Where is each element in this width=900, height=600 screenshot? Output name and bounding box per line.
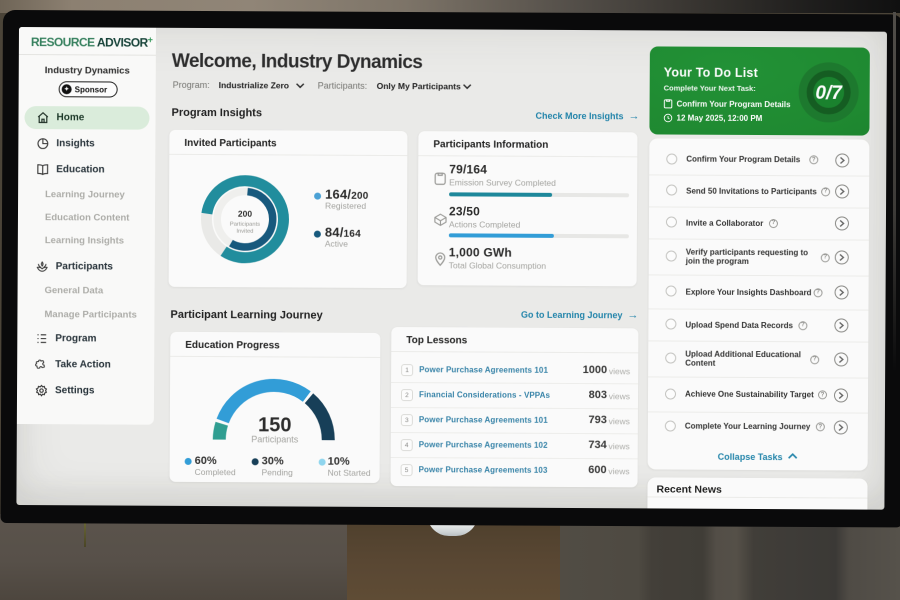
svg-text:0/7: 0/7 <box>815 83 843 104</box>
svg-text:200: 200 <box>238 209 253 219</box>
svg-text:Participants: Participants <box>230 222 260 228</box>
svg-text:Invited: Invited <box>236 229 253 235</box>
